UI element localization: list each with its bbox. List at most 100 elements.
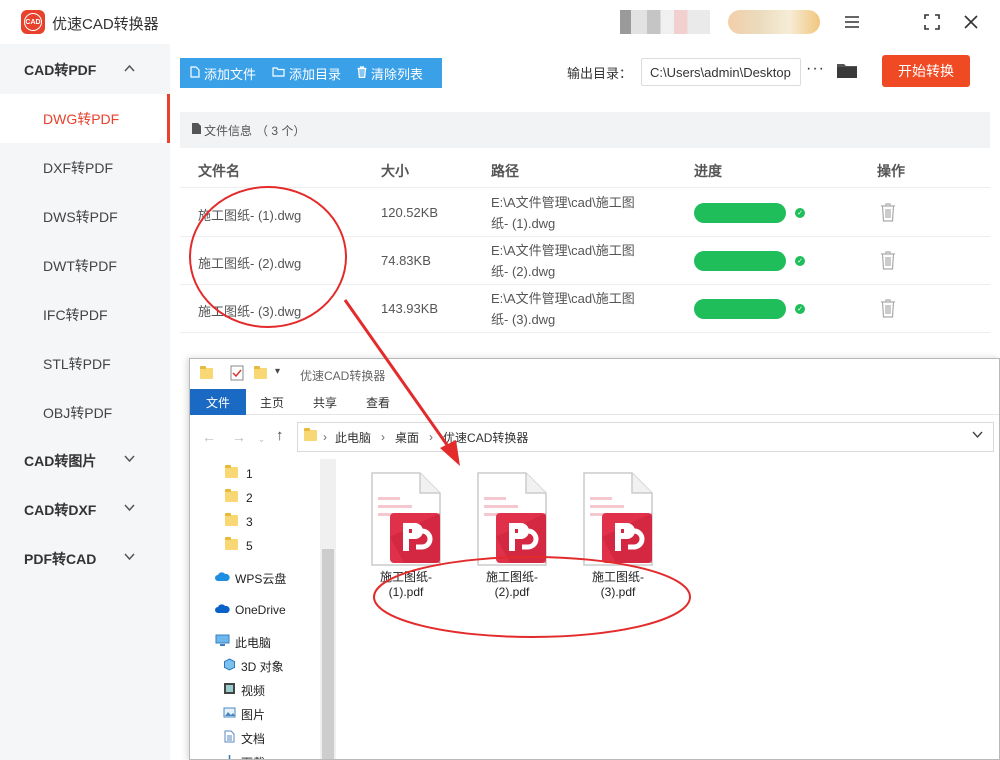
sidebar-item-stl-to-pdf[interactable]: STL转PDF <box>0 339 170 388</box>
folder-icon <box>225 537 238 553</box>
cube-icon <box>223 658 236 674</box>
progress-bar <box>694 251 786 271</box>
file-path: E:\A文件管理\cad\施工图 纸- (2).dwg <box>491 243 635 279</box>
tree-item[interactable]: 文档 <box>223 727 265 749</box>
tree-item[interactable]: 图片 <box>223 703 265 725</box>
quick-access-dropdown-icon[interactable]: ▾ <box>275 366 280 377</box>
sidebar-item-dws-to-pdf[interactable]: DWS转PDF <box>0 192 170 241</box>
col-header-path: 路径 <box>491 163 519 179</box>
onedrive-icon <box>215 603 230 617</box>
sidebar-group-cad-to-pdf[interactable]: CAD转PDF <box>0 46 170 94</box>
breadcrumb-desktop[interactable]: 桌面 <box>395 429 419 446</box>
sidebar-item-obj-to-pdf[interactable]: OBJ转PDF <box>0 388 170 437</box>
sidebar-group-pdf-to-cad[interactable]: PDF转CAD <box>0 535 170 583</box>
file-name-label[interactable]: 施工图纸- (1).pdf <box>356 570 456 600</box>
cloud-icon <box>215 571 230 585</box>
computer-icon <box>215 634 230 650</box>
tree-item[interactable]: 3 <box>225 511 253 533</box>
table-row[interactable]: 施工图纸- (2).dwg 74.83KB E:\A文件管理\cad\施工图 纸… <box>180 237 990 285</box>
properties-icon[interactable] <box>230 365 244 384</box>
sidebar: CAD转PDF DWG转PDF DXF转PDF DWS转PDF DWT转PDF … <box>0 44 170 760</box>
clear-list-button[interactable]: 清除列表 <box>347 58 429 88</box>
chevron-down-icon[interactable] <box>972 430 983 442</box>
breadcrumb-current[interactable]: 优速CAD转换器 <box>443 429 528 446</box>
folder-icon <box>225 489 238 505</box>
browse-folder-icon[interactable] <box>837 62 857 78</box>
trash-icon[interactable] <box>880 298 896 318</box>
progress-bar <box>694 203 786 223</box>
tree-item[interactable]: 5 <box>225 535 253 557</box>
tree-item[interactable]: 下载 <box>223 751 265 759</box>
chevron-down-icon <box>124 454 135 466</box>
blurred-account-badge[interactable] <box>728 10 820 34</box>
sidebar-item-dwg-to-pdf[interactable]: DWG转PDF <box>0 94 170 143</box>
tree-item[interactable]: 3D 对象 <box>223 655 284 677</box>
check-icon: ✓ <box>795 304 805 314</box>
menu-icon[interactable] <box>838 8 866 36</box>
file-icon <box>190 65 200 81</box>
sidebar-item-ifc-to-pdf[interactable]: IFC转PDF <box>0 290 170 339</box>
tree-item-onedrive[interactable]: OneDrive <box>215 599 286 621</box>
start-convert-button[interactable]: 开始转换 <box>882 55 970 87</box>
folder-icon <box>225 465 238 481</box>
add-directory-button[interactable]: 添加目录 <box>262 58 347 88</box>
tab-share[interactable]: 共享 <box>303 389 347 415</box>
file-name: 施工图纸- (3).dwg <box>198 304 302 319</box>
tree-item[interactable]: 2 <box>225 487 253 509</box>
file-info-header: 文件信息 （ 3 个） <box>180 112 990 148</box>
output-dir-input[interactable] <box>641 58 801 86</box>
title-bar: CAD 优速CAD转换器 <box>0 0 1000 44</box>
back-arrow-icon[interactable]: ← <box>202 429 216 445</box>
up-arrow-icon[interactable]: ↑ <box>276 427 284 444</box>
trash-icon[interactable] <box>880 250 896 270</box>
breadcrumb-this-pc[interactable]: 此电脑 <box>335 429 371 446</box>
tree-item-this-pc[interactable]: 此电脑 <box>215 631 271 653</box>
download-icon <box>223 754 236 759</box>
tab-file[interactable]: 文件 <box>190 389 246 415</box>
pdf-file-icon[interactable] <box>474 471 550 567</box>
more-options-button[interactable]: ··· <box>806 60 825 78</box>
folder-icon <box>225 513 238 529</box>
new-folder-icon[interactable] <box>254 366 267 382</box>
chevron-down-icon <box>124 552 135 564</box>
sidebar-group-cad-to-dxf[interactable]: CAD转DXF <box>0 486 170 534</box>
file-action-buttons: 添加文件 添加目录 清除列表 <box>180 58 442 88</box>
recent-dropdown-icon[interactable]: ⌄ <box>258 434 266 444</box>
sidebar-item-dwt-to-pdf[interactable]: DWT转PDF <box>0 241 170 290</box>
picture-icon <box>223 706 236 722</box>
check-icon: ✓ <box>795 256 805 266</box>
sidebar-item-dxf-to-pdf[interactable]: DXF转PDF <box>0 143 170 192</box>
table-row[interactable]: 施工图纸- (3).dwg 143.93KB E:\A文件管理\cad\施工图 … <box>180 285 990 333</box>
trash-icon[interactable] <box>880 202 896 222</box>
tab-home[interactable]: 主页 <box>250 389 294 415</box>
tree-scrollbar[interactable] <box>320 459 336 759</box>
address-bar[interactable]: › 此电脑 › 桌面 › 优速CAD转换器 <box>297 422 994 452</box>
navigation-tree: 1 2 3 5 WPS云盘 OneDrive 此电脑 3D 对象 视频 图片 文… <box>190 459 335 759</box>
table-row[interactable]: 施工图纸- (1).dwg 120.52KB E:\A文件管理\cad\施工图 … <box>180 189 990 237</box>
folder-icon <box>272 66 285 80</box>
pdf-file-icon[interactable] <box>580 471 656 567</box>
col-header-action: 操作 <box>877 163 905 179</box>
tree-item-wps-cloud[interactable]: WPS云盘 <box>215 567 286 589</box>
pdf-file-icon[interactable] <box>368 471 444 567</box>
tree-item[interactable]: 1 <box>225 463 253 485</box>
scrollbar-thumb[interactable] <box>322 549 334 759</box>
tree-item[interactable]: 视频 <box>223 679 265 701</box>
add-file-button[interactable]: 添加文件 <box>180 58 262 88</box>
col-header-size: 大小 <box>381 163 409 179</box>
folder-icon <box>304 428 317 444</box>
folder-icon <box>200 366 213 382</box>
file-name: 施工图纸- (1).dwg <box>198 208 302 223</box>
file-path: E:\A文件管理\cad\施工图 纸- (3).dwg <box>491 291 635 327</box>
forward-arrow-icon[interactable]: → <box>232 429 246 445</box>
tab-view[interactable]: 查看 <box>356 389 400 415</box>
sidebar-group-cad-to-image[interactable]: CAD转图片 <box>0 437 170 485</box>
maximize-icon[interactable] <box>918 8 946 36</box>
file-size: 120.52KB <box>381 205 439 220</box>
explorer-title: 优速CAD转换器 <box>300 369 386 383</box>
document-icon <box>223 730 236 746</box>
file-name-label[interactable]: 施工图纸- (2).pdf <box>462 570 562 600</box>
file-name-label[interactable]: 施工图纸- (3).pdf <box>568 570 668 600</box>
file-size: 143.93KB <box>381 301 439 316</box>
close-icon[interactable] <box>957 8 985 36</box>
